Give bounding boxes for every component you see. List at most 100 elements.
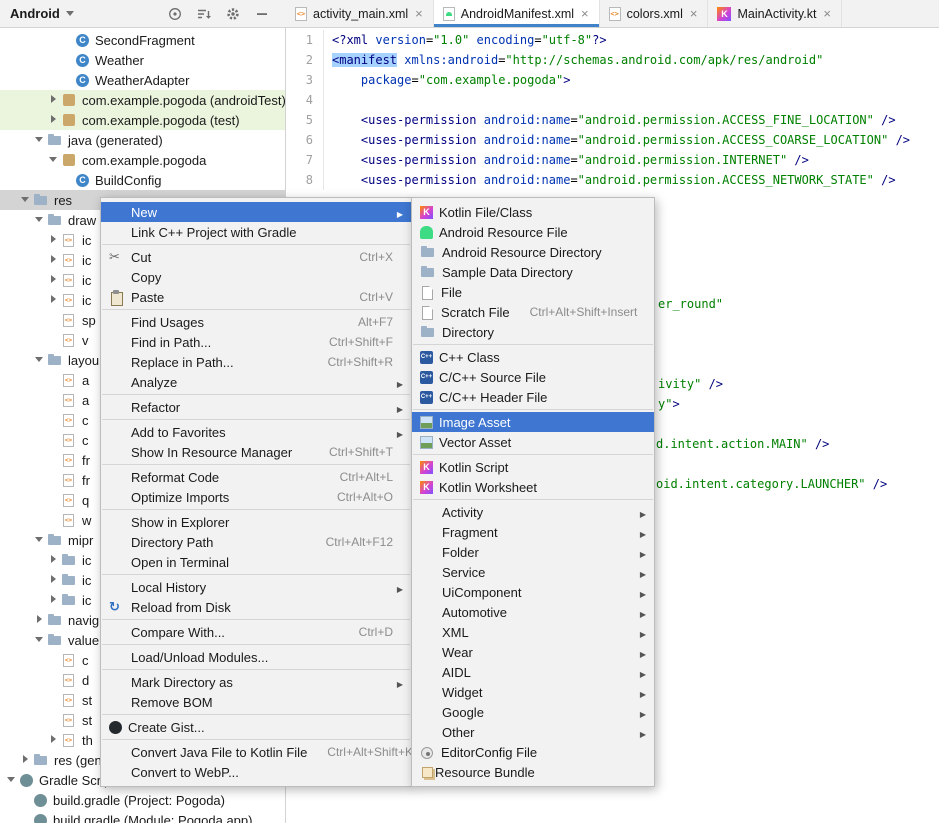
menu-item[interactable]: Find Usages Alt+F7 [101, 312, 411, 332]
menu-item[interactable]: Local History [101, 577, 411, 597]
code-text[interactable]: package="com.example.pogoda"> [324, 70, 570, 90]
menu-item[interactable]: Paste Ctrl+V [101, 287, 411, 307]
menu-item[interactable]: Add to Favorites [101, 422, 411, 442]
close-tab-icon[interactable]: × [822, 7, 832, 20]
close-tab-icon[interactable]: × [580, 7, 590, 20]
menu-item[interactable]: Fragment [412, 522, 654, 542]
menu-item[interactable]: Link C++ Project with Gradle [101, 222, 411, 242]
tree-row[interactable]: java (generated) [0, 130, 285, 150]
menu-separator [102, 464, 410, 465]
close-tab-icon[interactable]: × [414, 7, 424, 20]
tree-item-label: ic [82, 233, 91, 248]
menu-item[interactable]: EditorConfig File [412, 742, 654, 762]
menu-item[interactable]: Open in Terminal [101, 552, 411, 572]
menu-item-label: Find Usages [131, 315, 338, 330]
tree-row[interactable]: build.gradle (Project: Pogoda) [0, 790, 285, 810]
menu-item[interactable]: Kotlin Worksheet [412, 477, 654, 497]
menu-item[interactable]: Android Resource Directory [412, 242, 654, 262]
settings-gear-icon[interactable] [225, 6, 241, 22]
tree-row[interactable]: com.example.pogoda (test) [0, 110, 285, 130]
project-view-selector[interactable]: Android [10, 6, 74, 21]
editor-tab[interactable]: MainActivity.kt × [708, 0, 842, 27]
tree-item-icon [63, 294, 74, 307]
menu-item[interactable]: Show In Resource Manager Ctrl+Shift+T [101, 442, 411, 462]
code-text[interactable]: <uses-permission android:name="android.p… [324, 130, 910, 150]
menu-item[interactable]: C++ Class [412, 347, 654, 367]
menu-item[interactable]: Convert Java File to Kotlin File Ctrl+Al… [101, 742, 411, 762]
locate-file-icon[interactable] [167, 6, 183, 22]
tree-item-label: com.example.pogoda (test) [82, 113, 240, 128]
menu-item[interactable]: Widget [412, 682, 654, 702]
sort-icon[interactable] [196, 6, 212, 22]
menu-item-label: Kotlin Worksheet [439, 480, 616, 495]
tree-item-label: draw [68, 213, 96, 228]
menu-item[interactable]: AIDL [412, 662, 654, 682]
menu-item[interactable]: Remove BOM [101, 692, 411, 712]
menu-item[interactable]: Create Gist... [101, 717, 411, 737]
submenu-arrow-icon [636, 585, 646, 600]
menu-item[interactable]: Directory [412, 322, 654, 342]
menu-item[interactable]: Wear [412, 642, 654, 662]
tree-row[interactable]: SecondFragment [0, 30, 285, 50]
menu-item[interactable]: Scratch File Ctrl+Alt+Shift+Insert [412, 302, 654, 322]
code-text[interactable]: <uses-permission android:name="android.p… [324, 170, 896, 190]
menu-item[interactable]: Replace in Path... Ctrl+Shift+R [101, 352, 411, 372]
code-text[interactable]: <manifest xmlns:android="http://schemas.… [324, 50, 823, 70]
menu-item[interactable]: Cut Ctrl+X [101, 247, 411, 267]
menu-item-label: Directory Path [131, 535, 306, 550]
menu-item[interactable]: Other [412, 722, 654, 742]
menu-item[interactable]: XML [412, 622, 654, 642]
menu-item[interactable]: Analyze [101, 372, 411, 392]
menu-item[interactable]: Mark Directory as [101, 672, 411, 692]
code-text[interactable]: <uses-permission android:name="android.p… [324, 150, 809, 170]
hide-panel-icon[interactable] [254, 6, 270, 22]
menu-item[interactable]: Reformat Code Ctrl+Alt+L [101, 467, 411, 487]
submenu-arrow-icon [636, 725, 646, 740]
editor-tab[interactable]: AndroidManifest.xml × [434, 0, 600, 27]
menu-item[interactable]: Directory Path Ctrl+Alt+F12 [101, 532, 411, 552]
code-text[interactable]: <uses-permission android:name="android.p… [324, 110, 896, 130]
menu-item[interactable]: Folder [412, 542, 654, 562]
close-tab-icon[interactable]: × [689, 7, 699, 20]
editor-tab[interactable]: activity_main.xml × [286, 0, 434, 27]
menu-item-label: Resource Bundle [435, 765, 616, 780]
tree-row[interactable]: BuildConfig [0, 170, 285, 190]
menu-item[interactable]: Reload from Disk [101, 597, 411, 617]
menu-item[interactable]: UiComponent [412, 582, 654, 602]
menu-item[interactable]: Optimize Imports Ctrl+Alt+O [101, 487, 411, 507]
menu-item[interactable]: Resource Bundle [412, 762, 654, 782]
menu-item[interactable]: Load/Unload Modules... [101, 647, 411, 667]
tree-item-label: ic [82, 573, 91, 588]
tree-item-icon [63, 314, 74, 327]
editor-tab[interactable]: colors.xml × [600, 0, 709, 27]
menu-item[interactable]: Automotive [412, 602, 654, 622]
tree-row[interactable]: WeatherAdapter [0, 70, 285, 90]
menu-item[interactable]: Activity [412, 502, 654, 522]
menu-item[interactable]: Compare With... Ctrl+D [101, 622, 411, 642]
tree-row[interactable]: com.example.pogoda (androidTest) [0, 90, 285, 110]
menu-item[interactable]: New [101, 202, 411, 222]
menu-item[interactable]: File [412, 282, 654, 302]
menu-item[interactable]: Refactor [101, 397, 411, 417]
menu-item[interactable]: Show in Explorer [101, 512, 411, 532]
tree-row[interactable]: Weather [0, 50, 285, 70]
menu-item[interactable]: Image Asset [412, 412, 654, 432]
menu-item[interactable]: Android Resource File [412, 222, 654, 242]
menu-item[interactable]: Kotlin File/Class [412, 202, 654, 222]
menu-item[interactable]: Service [412, 562, 654, 582]
menu-item[interactable]: C/C++ Header File [412, 387, 654, 407]
menu-item[interactable]: Google [412, 702, 654, 722]
menu-item[interactable]: C/C++ Source File [412, 367, 654, 387]
code-text[interactable]: <?xml version="1.0" encoding="utf-8"?> [324, 30, 607, 50]
tree-row[interactable]: com.example.pogoda [0, 150, 285, 170]
menu-item[interactable]: Copy [101, 267, 411, 287]
menu-item[interactable]: Convert to WebP... [101, 762, 411, 782]
tree-row[interactable]: build.gradle (Module: Pogoda.app) [0, 810, 285, 823]
code-text[interactable] [324, 90, 332, 110]
menu-item[interactable]: Sample Data Directory [412, 262, 654, 282]
menu-item-label: Reload from Disk [131, 600, 373, 615]
menu-item[interactable]: Find in Path... Ctrl+Shift+F [101, 332, 411, 352]
menu-item[interactable]: Kotlin Script [412, 457, 654, 477]
menu-item[interactable]: Vector Asset [412, 432, 654, 452]
tab-label: MainActivity.kt [737, 7, 816, 21]
